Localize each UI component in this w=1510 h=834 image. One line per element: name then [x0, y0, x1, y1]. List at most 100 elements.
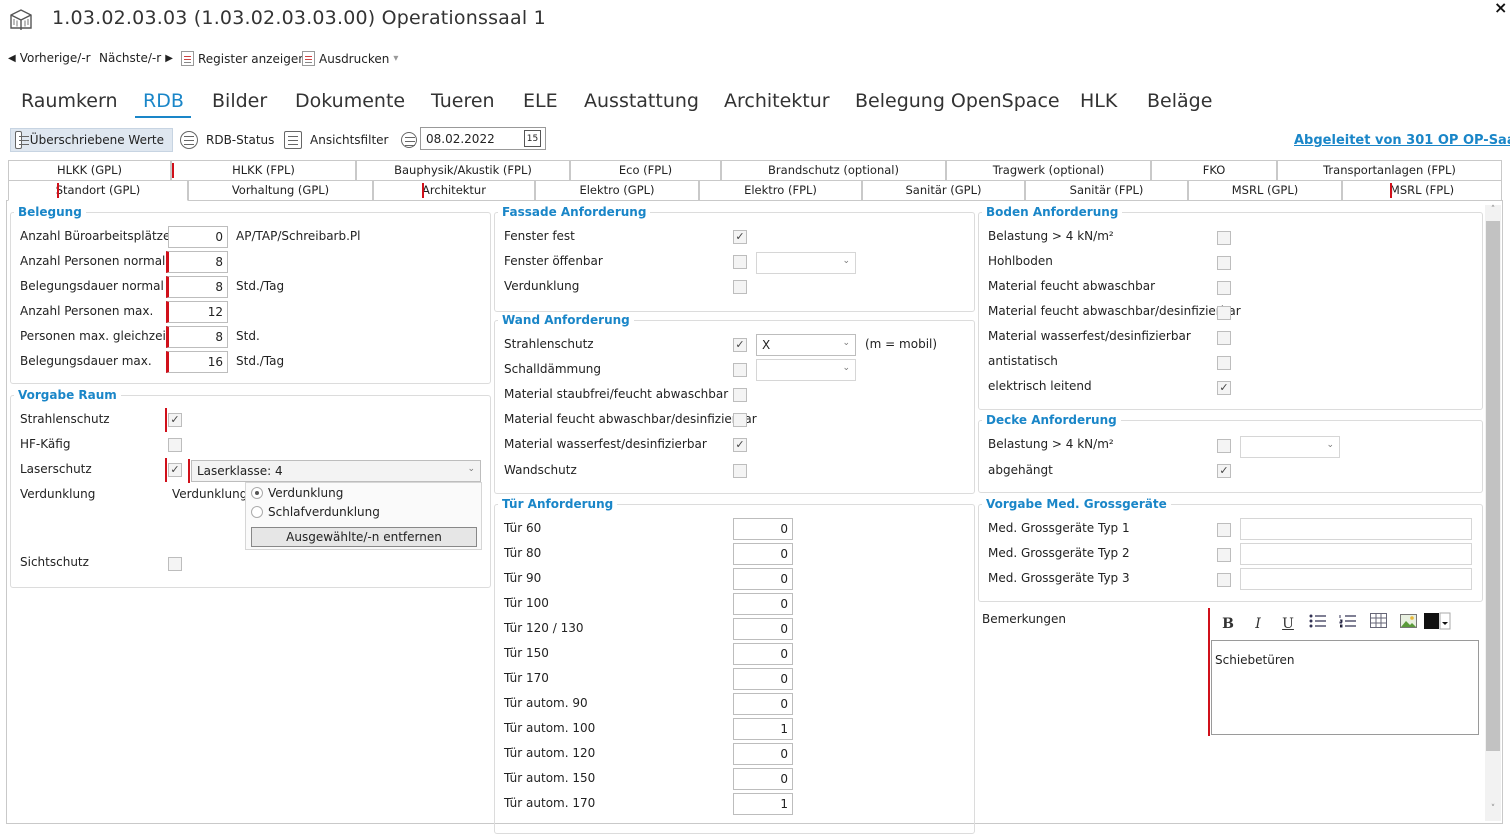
tuer-count-field[interactable]: 0: [733, 693, 793, 715]
sub-tab-standort-gpl[interactable]: Standort (GPL): [8, 180, 188, 201]
decke-belastung-checkbox[interactable]: [1217, 439, 1231, 453]
tuer-count-field[interactable]: 0: [733, 593, 793, 615]
verdunklung-radio[interactable]: [251, 487, 263, 499]
sub-tab-elektro-gpl[interactable]: Elektro (GPL): [535, 180, 699, 200]
calendar-icon[interactable]: 15: [524, 130, 541, 147]
numbered-list-icon[interactable]: [1333, 612, 1363, 636]
strahlenschutz-checkbox[interactable]: ✓: [168, 413, 182, 427]
tab-dokumente[interactable]: Dokumente: [295, 90, 405, 112]
sub-tab-elektro-fpl[interactable]: Elektro (FPL): [699, 180, 862, 200]
sub-tab-bauphysik[interactable]: Bauphysik/Akustik (FPL): [356, 160, 570, 180]
grossgeraet-field[interactable]: [1240, 568, 1472, 590]
tab-architektur[interactable]: Architektur: [724, 90, 830, 112]
tuer-count-field[interactable]: 0: [733, 543, 793, 565]
tab-belegung-openspace[interactable]: Belegung OpenSpace: [855, 90, 1060, 112]
abgehaengt-checkbox[interactable]: ✓: [1217, 464, 1231, 478]
sub-tab-architektur[interactable]: Architektur: [373, 180, 535, 200]
sub-tab-sanitaer-gpl[interactable]: Sanitär (GPL): [862, 180, 1025, 200]
sub-tab-sanitaer-fpl[interactable]: Sanitär (FPL): [1025, 180, 1188, 200]
print-button[interactable]: Ausdrucken ▾: [302, 51, 398, 66]
schalldaemmung-checkbox[interactable]: [733, 363, 747, 377]
next-button[interactable]: Nächste/-r ▶: [99, 51, 173, 65]
tab-ele[interactable]: ELE: [523, 90, 558, 112]
tuer-count-field[interactable]: 0: [733, 768, 793, 790]
table-icon[interactable]: [1363, 612, 1393, 636]
boden-checkbox[interactable]: [1217, 281, 1231, 295]
sub-tab-tragwerk[interactable]: Tragwerk (optional): [946, 160, 1151, 180]
grossgeraet-checkbox[interactable]: [1217, 573, 1231, 587]
tab-belaege[interactable]: Beläge: [1147, 90, 1212, 112]
sub-tab-vorhaltung[interactable]: Vorhaltung (GPL): [188, 180, 373, 200]
sub-tab-eco[interactable]: Eco (FPL): [570, 160, 721, 180]
tab-tueren[interactable]: Tueren: [431, 90, 495, 112]
belegung-field[interactable]: 8: [166, 251, 228, 273]
view-filter-button[interactable]: Ansichtsfilter: [284, 128, 388, 152]
tab-rdb[interactable]: RDB: [143, 90, 184, 112]
bullet-list-icon[interactable]: [1303, 612, 1333, 636]
grossgeraet-checkbox[interactable]: [1217, 548, 1231, 562]
sub-tab-msrl-gpl[interactable]: MSRL (GPL): [1188, 180, 1342, 200]
wand-strahlenschutz-checkbox[interactable]: ✓: [733, 338, 747, 352]
bemerkungen-editor[interactable]: Schiebetüren: [1211, 640, 1479, 735]
sub-tab-transportanlagen[interactable]: Transportanlagen (FPL): [1277, 160, 1502, 180]
tuer-count-field[interactable]: 1: [733, 718, 793, 740]
belegung-field[interactable]: 16: [166, 351, 228, 373]
fenster-offenbar-checkbox[interactable]: [733, 255, 747, 269]
underline-button[interactable]: U: [1273, 612, 1303, 636]
image-icon[interactable]: [1393, 612, 1423, 636]
laserschutz-checkbox[interactable]: ✓: [168, 463, 182, 477]
scroll-down-icon[interactable]: ˅: [1485, 804, 1501, 814]
tuer-count-field[interactable]: 0: [733, 568, 793, 590]
boden-checkbox[interactable]: [1217, 231, 1231, 245]
tab-raumkern[interactable]: Raumkern: [21, 90, 118, 112]
tuer-count-field[interactable]: 0: [733, 643, 793, 665]
laserklasse-dropdown[interactable]: Laserklasse: 4 ⌄: [191, 460, 481, 482]
bold-button[interactable]: B: [1213, 612, 1243, 636]
sub-tab-brandschutz[interactable]: Brandschutz (optional): [721, 160, 946, 180]
grossgeraet-field[interactable]: [1240, 518, 1472, 540]
clock-icon-button[interactable]: [401, 128, 417, 152]
sub-tab-msrl-fpl[interactable]: MSRL (FPL): [1342, 180, 1502, 200]
tab-bilder[interactable]: Bilder: [212, 90, 267, 112]
tuer-count-field[interactable]: 0: [733, 518, 793, 540]
close-button[interactable]: ×: [1494, 0, 1507, 17]
tuer-count-field[interactable]: 0: [733, 618, 793, 640]
register-button[interactable]: Register anzeigen: [181, 51, 306, 66]
wand-material-checkbox[interactable]: [733, 413, 747, 427]
sub-tab-fko[interactable]: FKO: [1151, 160, 1277, 180]
boden-checkbox[interactable]: ✓: [1217, 381, 1231, 395]
tuer-count-field[interactable]: 0: [733, 743, 793, 765]
tuer-count-field[interactable]: 0: [733, 668, 793, 690]
boden-checkbox[interactable]: [1217, 356, 1231, 370]
date-field[interactable]: 08.02.2022 15: [420, 127, 546, 150]
rdb-status-button[interactable]: RDB-Status: [180, 128, 274, 152]
fenster-offenbar-dropdown[interactable]: ⌄: [756, 252, 856, 274]
overwritten-values-button[interactable]: Überschriebene Werte: [10, 128, 173, 152]
grossgeraet-checkbox[interactable]: [1217, 523, 1231, 537]
decke-belastung-dropdown[interactable]: ⌄: [1240, 436, 1340, 458]
scrollbar-thumb[interactable]: [1486, 221, 1500, 751]
schlafverdunklung-radio[interactable]: [251, 506, 263, 518]
hf-kaefig-checkbox[interactable]: [168, 438, 182, 452]
belegung-field[interactable]: 8: [166, 276, 228, 298]
belegung-field[interactable]: 8: [166, 326, 228, 348]
previous-button[interactable]: ◀ Vorherige/-r: [8, 51, 91, 65]
boden-checkbox[interactable]: [1217, 306, 1231, 320]
fassade-verdunklung-checkbox[interactable]: [733, 280, 747, 294]
tab-hlk[interactable]: HLK: [1080, 90, 1117, 112]
fenster-fest-checkbox[interactable]: ✓: [733, 230, 747, 244]
sichtschutz-checkbox[interactable]: [168, 557, 182, 571]
sub-tab-hlkk-fpl[interactable]: HLKK (FPL): [171, 160, 356, 180]
belegung-field[interactable]: 12: [166, 301, 228, 323]
schalldaemmung-dropdown[interactable]: ⌄: [756, 359, 856, 381]
boden-checkbox[interactable]: [1217, 331, 1231, 345]
remove-selected-button[interactable]: Ausgewählte/-n entfernen: [251, 527, 477, 547]
tab-ausstattung[interactable]: Ausstattung: [584, 90, 699, 112]
wand-strahlenschutz-dropdown[interactable]: X ⌄: [756, 334, 856, 356]
wandschutz-checkbox[interactable]: [733, 464, 747, 478]
boden-checkbox[interactable]: [1217, 256, 1231, 270]
italic-button[interactable]: I: [1243, 612, 1273, 636]
belegung-field[interactable]: 0: [168, 226, 228, 248]
tuer-count-field[interactable]: 1: [733, 793, 793, 815]
wand-material-checkbox[interactable]: ✓: [733, 438, 747, 452]
